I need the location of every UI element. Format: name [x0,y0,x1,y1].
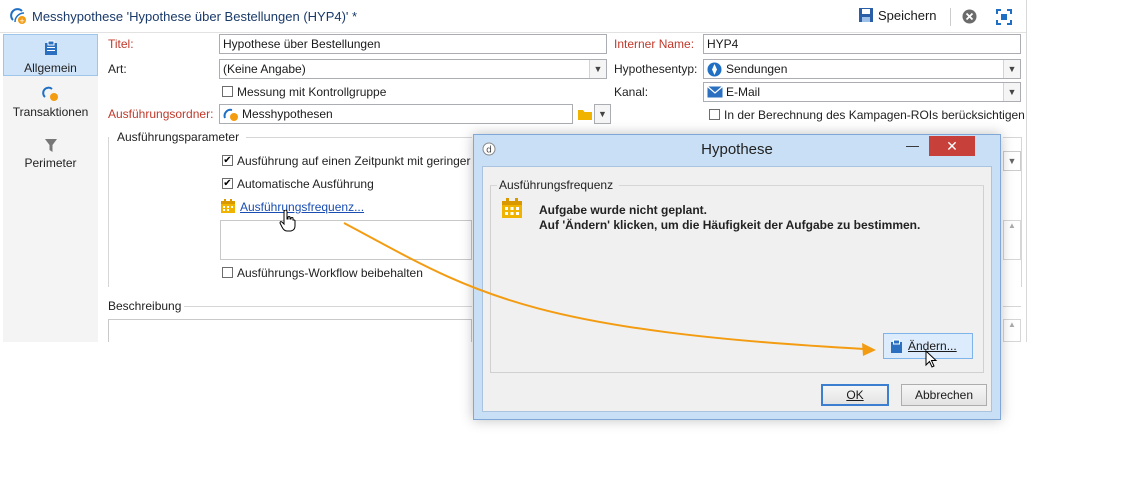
art-select[interactable]: (Keine Angabe) ▼ [219,59,607,79]
sidebar-item-label: Transaktionen [12,105,89,119]
hypothesis-folder-icon [223,108,238,121]
group-border [108,137,109,287]
hand-cursor-icon [279,210,296,232]
save-icon [859,8,873,22]
chevron-down-icon[interactable]: ▼ [1003,83,1020,101]
hypothesentyp-label: Hypothesentyp: [614,62,698,76]
maximize-icon[interactable] [996,9,1012,25]
params-group-label: Ausführungsparameter [117,130,240,144]
group-divider [1003,137,1021,138]
group-divider [1003,306,1021,307]
roi-checkbox[interactable] [709,109,720,120]
titel-input[interactable]: Hypothese über Bestellungen [219,34,607,54]
workflow-label: Ausführungs-Workflow beibehalten [237,266,423,280]
ok-button[interactable]: OK [821,384,889,406]
frequenz-link[interactable]: Ausführungsfrequenz... [240,200,364,214]
close-icon: ✕ [946,137,958,154]
toolbar-divider [950,8,951,26]
minimize-icon[interactable]: — [906,138,919,153]
kanal-select[interactable]: E-Mail ▼ [703,82,1021,102]
chevron-up-icon: ▲ [1008,221,1016,230]
chevron-down-icon[interactable]: ▼ [1003,60,1020,78]
beschreibung-label: Beschreibung [108,299,182,313]
auto-checkbox[interactable]: ✔ [222,178,233,189]
sidebar: Allgemein Transaktionen Perimeter [3,34,98,342]
sidebar-item-transaktionen[interactable]: Transaktionen [3,86,98,122]
chevron-down-icon[interactable]: ▼ [589,60,606,78]
sidebar-item-label: Perimeter [24,156,77,170]
mouse-cursor-icon [925,350,938,368]
kanal-value: E-Mail [726,85,761,99]
dialog-close-button[interactable]: ✕ [929,136,975,156]
ordner-dropdown[interactable]: ▼ [594,104,611,124]
title-bar: + Messhypothese 'Hypothese über Bestellu… [0,0,1026,33]
frequenz-summary-box [220,220,472,260]
ok-button-label: OK [846,388,864,402]
hypothesentyp-value: Sendungen [726,62,788,76]
scrollbar[interactable]: ▲ [1003,319,1021,342]
group-divider [246,137,472,138]
ordner-label: Ausführungsordner: [108,107,214,121]
group-border [1021,137,1022,287]
close-circle-icon[interactable] [962,9,977,24]
roi-label: In der Berechnung des Kampagen-ROIs berü… [724,108,1025,122]
zeitpunkt-label: Ausführung auf einen Zeitpunkt mit gerin… [237,154,471,168]
beschreibung-textarea[interactable] [108,319,472,342]
zeitpunkt-dropdown[interactable]: ▼ [1003,151,1021,171]
clipboard-icon [44,40,57,55]
scrollbar[interactable]: ▲ [1003,220,1021,260]
sidebar-item-allgemein[interactable]: Allgemein [3,34,98,76]
kontrollgruppe-checkbox[interactable] [222,86,233,97]
art-label: Art: [108,62,127,76]
interner-name-label: Interner Name: [614,37,695,51]
kanal-label: Kanal: [614,85,649,99]
chevron-up-icon: ▲ [1008,320,1016,329]
chevron-down-icon: ▼ [1007,156,1017,166]
kontrollgruppe-label: Messung mit Kontrollgruppe [237,85,387,99]
cancel-button-label: Abbrechen [914,388,974,402]
calendar-icon [502,198,522,218]
chevron-down-icon[interactable]: ▼ [595,105,610,123]
hypothese-dialog: d Hypothese — ✕ Ausführungsfrequenz Aufg… [473,134,1001,420]
message-line-2: Auf 'Ändern' klicken, um die Häufigkeit … [539,218,921,232]
auto-label: Automatische Ausführung [237,177,374,191]
calendar-icon [221,199,235,213]
group-divider [184,306,472,307]
delivery-icon [707,62,722,77]
interner-name-input[interactable]: HYP4 [703,34,1021,54]
dialog-body: Ausführungsfrequenz Aufgabe wurde nicht … [482,166,992,412]
svg-text:+: + [19,17,25,25]
art-value: (Keine Angabe) [223,62,306,76]
clipboard-icon [891,339,902,353]
hypothesis-icon: + [10,8,26,25]
dialog-title-bar: d Hypothese — ✕ [474,135,1000,165]
filter-icon [44,139,57,152]
titel-label: Titel: [108,37,134,51]
ordner-input[interactable]: Messhypothesen [219,104,573,124]
window-title: Messhypothese 'Hypothese über Bestellung… [32,9,358,24]
transactions-icon [41,86,58,101]
email-icon [707,86,723,98]
sidebar-item-label: Allgemein [24,61,77,75]
group-divider [490,185,497,186]
save-label: Speichern [878,7,937,23]
group-divider [619,185,984,186]
hypothesentyp-select[interactable]: Sendungen ▼ [703,59,1021,79]
cancel-button[interactable]: Abbrechen [901,384,987,406]
sidebar-item-perimeter[interactable]: Perimeter [3,138,98,174]
folder-icon[interactable] [577,107,593,121]
zeitpunkt-checkbox[interactable]: ✔ [222,155,233,166]
dialog-title: Hypothese [701,141,773,158]
message-line-1: Aufgabe wurde nicht geplant. [539,203,708,217]
workflow-checkbox[interactable] [222,267,233,278]
save-button[interactable]: Speichern [858,7,937,23]
ordner-value: Messhypothesen [242,107,333,121]
